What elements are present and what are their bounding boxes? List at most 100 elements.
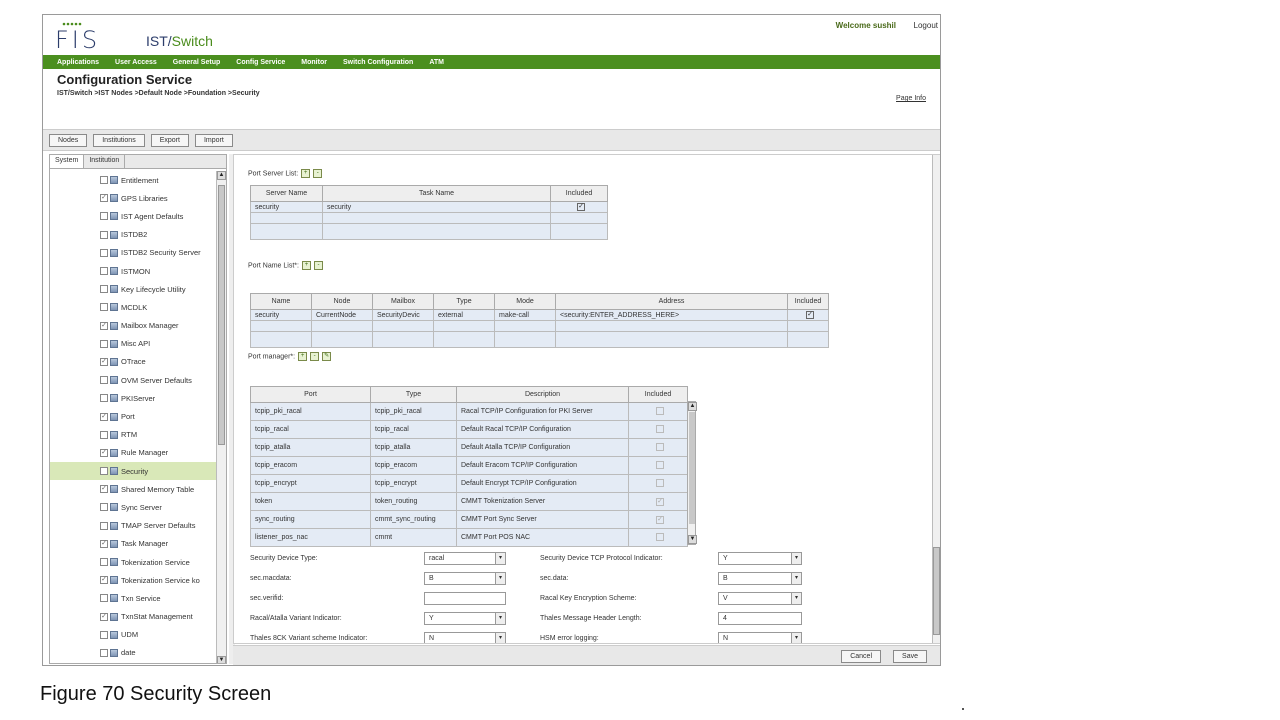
chevron-down-icon[interactable]: ▾ bbox=[495, 553, 505, 564]
menu-user-access[interactable]: User Access bbox=[115, 59, 157, 66]
tree-item[interactable]: ✓ GPS Libraries bbox=[50, 189, 216, 207]
included-checkbox[interactable]: ✓ bbox=[577, 203, 585, 211]
scroll-up-icon[interactable]: ▲ bbox=[217, 171, 226, 180]
included-checkbox[interactable] bbox=[656, 478, 664, 487]
tree-checkbox[interactable]: ✓ bbox=[100, 194, 108, 203]
tree-checkbox[interactable] bbox=[100, 212, 108, 221]
page-info-link[interactable]: Page Info bbox=[896, 95, 926, 102]
tree-item[interactable]: ✓ Task Manager bbox=[50, 535, 216, 553]
remove-icon[interactable]: - bbox=[313, 261, 323, 270]
select-field[interactable]: Y ▾ bbox=[718, 552, 802, 565]
included-checkbox[interactable]: ✓ bbox=[656, 497, 664, 506]
table-row[interactable]: token token_routing CMMT Tokenization Serv… bbox=[250, 492, 688, 511]
chevron-down-icon[interactable]: ▾ bbox=[791, 553, 801, 564]
included-checkbox[interactable]: ✓ bbox=[656, 515, 664, 524]
tab-institution[interactable]: Institution bbox=[84, 155, 126, 168]
edit-icon[interactable]: ✎ bbox=[322, 352, 332, 361]
table-row[interactable]: tcpip_eracom tcpip_eracom Default Eracom T… bbox=[250, 456, 688, 475]
tree-item[interactable]: UDM bbox=[50, 626, 216, 644]
table-row[interactable]: sync_routing cmmt_sync_routing CMMT Port S… bbox=[250, 510, 688, 529]
tree-item[interactable]: PKIServer bbox=[50, 389, 216, 407]
chevron-down-icon[interactable]: ▾ bbox=[495, 573, 505, 584]
table-row[interactable]: tcpip_pki_racal tcpip_pki_racal Racal TCP/… bbox=[250, 402, 688, 421]
table-row[interactable]: tcpip_encrypt tcpip_encrypt Default Encryp… bbox=[250, 474, 688, 493]
chevron-down-icon[interactable]: ▾ bbox=[495, 633, 505, 643]
add-icon[interactable]: + bbox=[301, 169, 311, 178]
tree-item[interactable]: Entitlement bbox=[50, 171, 216, 189]
select-field[interactable]: Y ▾ bbox=[424, 612, 506, 625]
tree-item[interactable]: ✓ Tokenization Service ko bbox=[50, 571, 216, 589]
tree-checkbox[interactable] bbox=[100, 503, 108, 512]
tree-checkbox[interactable] bbox=[100, 648, 108, 657]
tree-checkbox[interactable]: ✓ bbox=[100, 321, 108, 330]
select-field[interactable]: V ▾ bbox=[718, 592, 802, 605]
menu-general-setup[interactable]: General Setup bbox=[173, 59, 220, 66]
included-checkbox[interactable] bbox=[656, 532, 664, 541]
tree-checkbox[interactable]: ✓ bbox=[100, 485, 108, 494]
tree-checkbox[interactable] bbox=[100, 394, 108, 403]
scroll-up-icon[interactable]: ▲ bbox=[688, 402, 697, 411]
tree-item[interactable]: ✓ OTrace bbox=[50, 353, 216, 371]
tree-item[interactable]: RTM bbox=[50, 426, 216, 444]
included-checkbox[interactable] bbox=[656, 406, 664, 415]
tree-checkbox[interactable] bbox=[100, 521, 108, 530]
tree-scrollbar[interactable]: ▲ ▼ bbox=[216, 171, 226, 663]
tree-checkbox[interactable] bbox=[100, 594, 108, 603]
tree-checkbox[interactable] bbox=[100, 285, 108, 294]
tree-item[interactable]: ✓ Shared Memory Table bbox=[50, 480, 216, 498]
save-button[interactable]: Save bbox=[893, 650, 927, 663]
included-checkbox[interactable] bbox=[656, 424, 664, 433]
tree-checkbox[interactable]: ✓ bbox=[100, 412, 108, 421]
tree-item[interactable]: IST Agent Defaults bbox=[50, 207, 216, 225]
tree-item[interactable]: MCDLK bbox=[50, 298, 216, 316]
scroll-down-icon[interactable]: ▼ bbox=[217, 656, 226, 663]
tree-checkbox[interactable] bbox=[100, 376, 108, 385]
logout-link[interactable]: Logout bbox=[914, 21, 938, 30]
tree-item[interactable]: Misc API bbox=[50, 335, 216, 353]
tree-item[interactable]: Tokenization Service bbox=[50, 553, 216, 571]
tree-checkbox[interactable]: ✓ bbox=[100, 612, 108, 621]
tree-item[interactable]: TMAP Server Defaults bbox=[50, 517, 216, 535]
chevron-down-icon[interactable]: ▾ bbox=[495, 613, 505, 624]
table-row[interactable]: security security ✓ bbox=[250, 201, 608, 213]
tree-checkbox[interactable] bbox=[100, 467, 108, 476]
tree-checkbox[interactable]: ✓ bbox=[100, 448, 108, 457]
tree-item[interactable]: Security bbox=[50, 462, 216, 481]
tree-checkbox[interactable] bbox=[100, 430, 108, 439]
menu-config-service[interactable]: Config Service bbox=[236, 59, 285, 66]
tree-checkbox[interactable] bbox=[100, 176, 108, 185]
tree-checkbox[interactable] bbox=[100, 248, 108, 257]
port-manager-scrollbar[interactable]: ▲ ▼ bbox=[687, 401, 697, 545]
tree-item[interactable]: Key Lifecycle Utility bbox=[50, 280, 216, 298]
table-row[interactable]: listener_pos_nac cmmt CMMT Port POS NAC bbox=[250, 528, 688, 547]
tree-checkbox[interactable] bbox=[100, 303, 108, 312]
chevron-down-icon[interactable]: ▾ bbox=[791, 633, 801, 643]
institutions-button[interactable]: Institutions bbox=[93, 133, 145, 147]
tab-system[interactable]: System bbox=[50, 155, 85, 168]
chevron-down-icon[interactable]: ▾ bbox=[791, 593, 801, 604]
menu-monitor[interactable]: Monitor bbox=[301, 59, 327, 66]
table-row[interactable]: security CurrentNode SecurityDevic exter… bbox=[250, 309, 829, 321]
menu-applications[interactable]: Applications bbox=[57, 59, 99, 66]
add-icon[interactable]: + bbox=[301, 261, 311, 270]
export-button[interactable]: Export bbox=[150, 133, 189, 147]
add-icon[interactable]: + bbox=[298, 352, 308, 361]
tree-checkbox[interactable] bbox=[100, 630, 108, 639]
tree-item[interactable]: ✓ Port bbox=[50, 407, 216, 425]
remove-icon[interactable]: - bbox=[313, 169, 323, 178]
chevron-down-icon[interactable]: ▾ bbox=[791, 573, 801, 584]
menu-switch-configuration[interactable]: Switch Configuration bbox=[343, 59, 413, 66]
scroll-thumb[interactable] bbox=[689, 412, 695, 524]
tree-checkbox[interactable] bbox=[100, 230, 108, 239]
tree-item[interactable]: ISTMON bbox=[50, 262, 216, 280]
detail-scrollbar[interactable] bbox=[932, 155, 940, 643]
tree-checkbox[interactable] bbox=[100, 267, 108, 276]
tree-item[interactable]: ISTDB2 bbox=[50, 226, 216, 244]
included-checkbox[interactable]: ✓ bbox=[806, 311, 814, 319]
included-checkbox[interactable] bbox=[656, 460, 664, 469]
scroll-thumb[interactable] bbox=[933, 547, 940, 635]
tree-checkbox[interactable]: ✓ bbox=[100, 539, 108, 548]
menu-atm[interactable]: ATM bbox=[429, 59, 444, 66]
tree-item[interactable]: ISTDB2 Security Server bbox=[50, 244, 216, 262]
tree-item[interactable]: Txn Service bbox=[50, 589, 216, 607]
